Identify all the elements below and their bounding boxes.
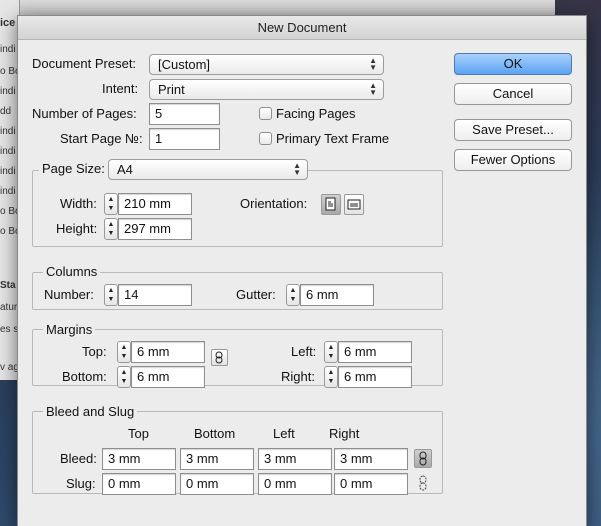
bleed-header-top: Top [128,426,149,441]
bleed-header-left: Left [273,426,295,441]
height-label: Height: [56,221,98,236]
bleed-header-bottom: Bottom [194,426,236,441]
start-page-label: Start Page №: [60,131,143,146]
page-size-select[interactable]: A4 ▲ ▼ [108,159,308,180]
ok-button[interactable]: OK [454,53,572,75]
landscape-orientation-icon[interactable] [344,194,364,215]
gutter-label: Gutter: [236,287,276,302]
number-of-pages-field[interactable]: 5 [149,103,220,125]
margins-title: Margins [43,322,96,337]
document-preset-select[interactable]: [Custom] ▲ ▼ [149,54,384,75]
fewer-options-button[interactable]: Fewer Options [454,149,572,171]
bleed-bottom-field[interactable]: 3 mm [180,448,254,470]
margin-left-label: Left: [291,344,317,359]
width-label: Width: [60,196,97,211]
columns-number-label: Number: [44,287,94,302]
margin-top-field[interactable]: 6 mm [131,341,205,363]
height-stepper[interactable]: ▲ ▼ [104,218,118,240]
margin-bottom-field[interactable]: 6 mm [131,366,205,388]
height-field[interactable]: 297 mm [118,218,192,240]
slug-top-field[interactable]: 0 mm [102,473,176,495]
margins-link-icon[interactable] [211,349,228,366]
background-text: atur [0,302,18,313]
margin-top-stepper[interactable]: ▲ ▼ [117,341,131,363]
width-stepper[interactable]: ▲ ▼ [104,193,118,215]
bleed-slug-title: Bleed and Slug [43,404,138,419]
background-text: indi [0,86,16,97]
bleed-right-field[interactable]: 3 mm [334,448,408,470]
primary-text-frame-label[interactable]: Primary Text Frame [276,131,389,146]
bleed-header-right: Right [329,426,360,441]
save-preset-button[interactable]: Save Preset... [454,119,572,141]
background-text: dd [0,106,12,117]
primary-text-frame-checkbox[interactable] [259,132,272,145]
page-size-value: A4 [117,162,133,177]
portrait-orientation-icon[interactable] [321,194,341,215]
margin-right-field[interactable]: 6 mm [338,366,412,388]
document-preset-label: Document Preset: [32,56,137,71]
bleed-top-field[interactable]: 3 mm [102,448,176,470]
margin-left-field[interactable]: 6 mm [338,341,412,363]
cancel-button[interactable]: Cancel [454,83,572,105]
background-text: indi [0,146,16,157]
background-text: indi [0,166,16,177]
columns-number-stepper[interactable]: ▲ ▼ [104,284,118,306]
margin-bottom-label: Bottom: [62,369,107,384]
margin-right-label: Right: [281,369,315,384]
columns-number-field[interactable]: 14 [118,284,192,306]
background-text: Sta [0,280,16,291]
bleed-link-icon[interactable] [414,449,432,468]
slug-label: Slug: [66,476,96,491]
page-size-label: Page Size: [39,161,108,176]
updown-arrows-icon: ▲ ▼ [293,161,301,177]
gutter-stepper[interactable]: ▲ ▼ [286,284,300,306]
intent-label: Intent: [102,81,139,96]
orientation-label: Orientation: [240,196,308,211]
intent-value: Print [158,82,185,97]
updown-arrows-icon: ▲ ▼ [369,81,377,97]
facing-pages-label[interactable]: Facing Pages [276,106,356,121]
bleed-left-field[interactable]: 3 mm [258,448,332,470]
background-text: ice [0,17,16,29]
margin-top-label: Top: [82,344,107,359]
background-text: indi [0,186,16,197]
slug-link-icon[interactable] [416,475,430,492]
number-of-pages-label: Number of Pages: [32,106,137,121]
slug-left-field[interactable]: 0 mm [258,473,332,495]
background-text: indi [0,44,16,55]
background-text: es s [0,324,19,335]
dialog-title: New Document [18,16,586,40]
start-page-field[interactable]: 1 [149,128,220,150]
background-text: indi [0,126,16,137]
margin-right-stepper[interactable]: ▲ ▼ [324,366,338,388]
width-field[interactable]: 210 mm [118,193,192,215]
new-document-dialog: New Document Document Preset: [Custom] ▲… [17,15,587,526]
margin-bottom-stepper[interactable]: ▲ ▼ [117,366,131,388]
slug-bottom-field[interactable]: 0 mm [180,473,254,495]
document-preset-value: [Custom] [158,57,211,72]
intent-select[interactable]: Print ▲ ▼ [149,79,384,100]
bleed-label: Bleed: [60,451,97,466]
slug-right-field[interactable]: 0 mm [334,473,408,495]
columns-title: Columns [43,264,101,279]
margin-left-stepper[interactable]: ▲ ▼ [324,341,338,363]
updown-arrows-icon: ▲ ▼ [369,56,377,72]
facing-pages-checkbox[interactable] [259,107,272,120]
gutter-field[interactable]: 6 mm [300,284,374,306]
background-window-titlebar [0,0,555,16]
